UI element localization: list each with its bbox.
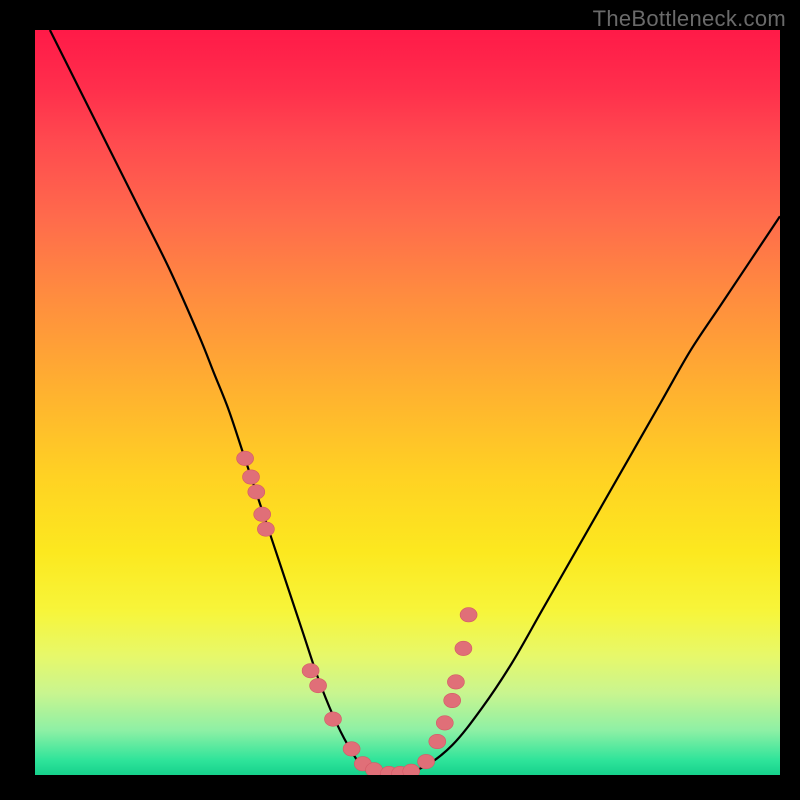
bottleneck-curve <box>50 30 780 775</box>
marker-dot <box>257 522 274 536</box>
marker-dot <box>455 641 472 655</box>
marker-dot <box>310 678 327 692</box>
curve-svg <box>35 30 780 775</box>
marker-dot <box>248 485 265 499</box>
marker-dot <box>325 712 342 726</box>
marker-dot <box>460 608 477 622</box>
marker-dot <box>447 675 464 689</box>
watermark-text: TheBottleneck.com <box>593 6 786 32</box>
marker-dot <box>302 664 319 678</box>
marker-dot <box>418 754 435 768</box>
plot-area <box>35 30 780 775</box>
marker-dot <box>403 764 420 775</box>
marker-dot <box>444 693 461 707</box>
marker-dot <box>436 716 453 730</box>
marker-dot <box>343 742 360 756</box>
marker-dot <box>243 470 260 484</box>
marker-dot <box>237 451 254 465</box>
marker-group <box>237 451 478 775</box>
marker-dot <box>429 734 446 748</box>
chart-frame: TheBottleneck.com <box>0 0 800 800</box>
marker-dot <box>254 507 271 521</box>
marker-dot <box>366 763 383 775</box>
